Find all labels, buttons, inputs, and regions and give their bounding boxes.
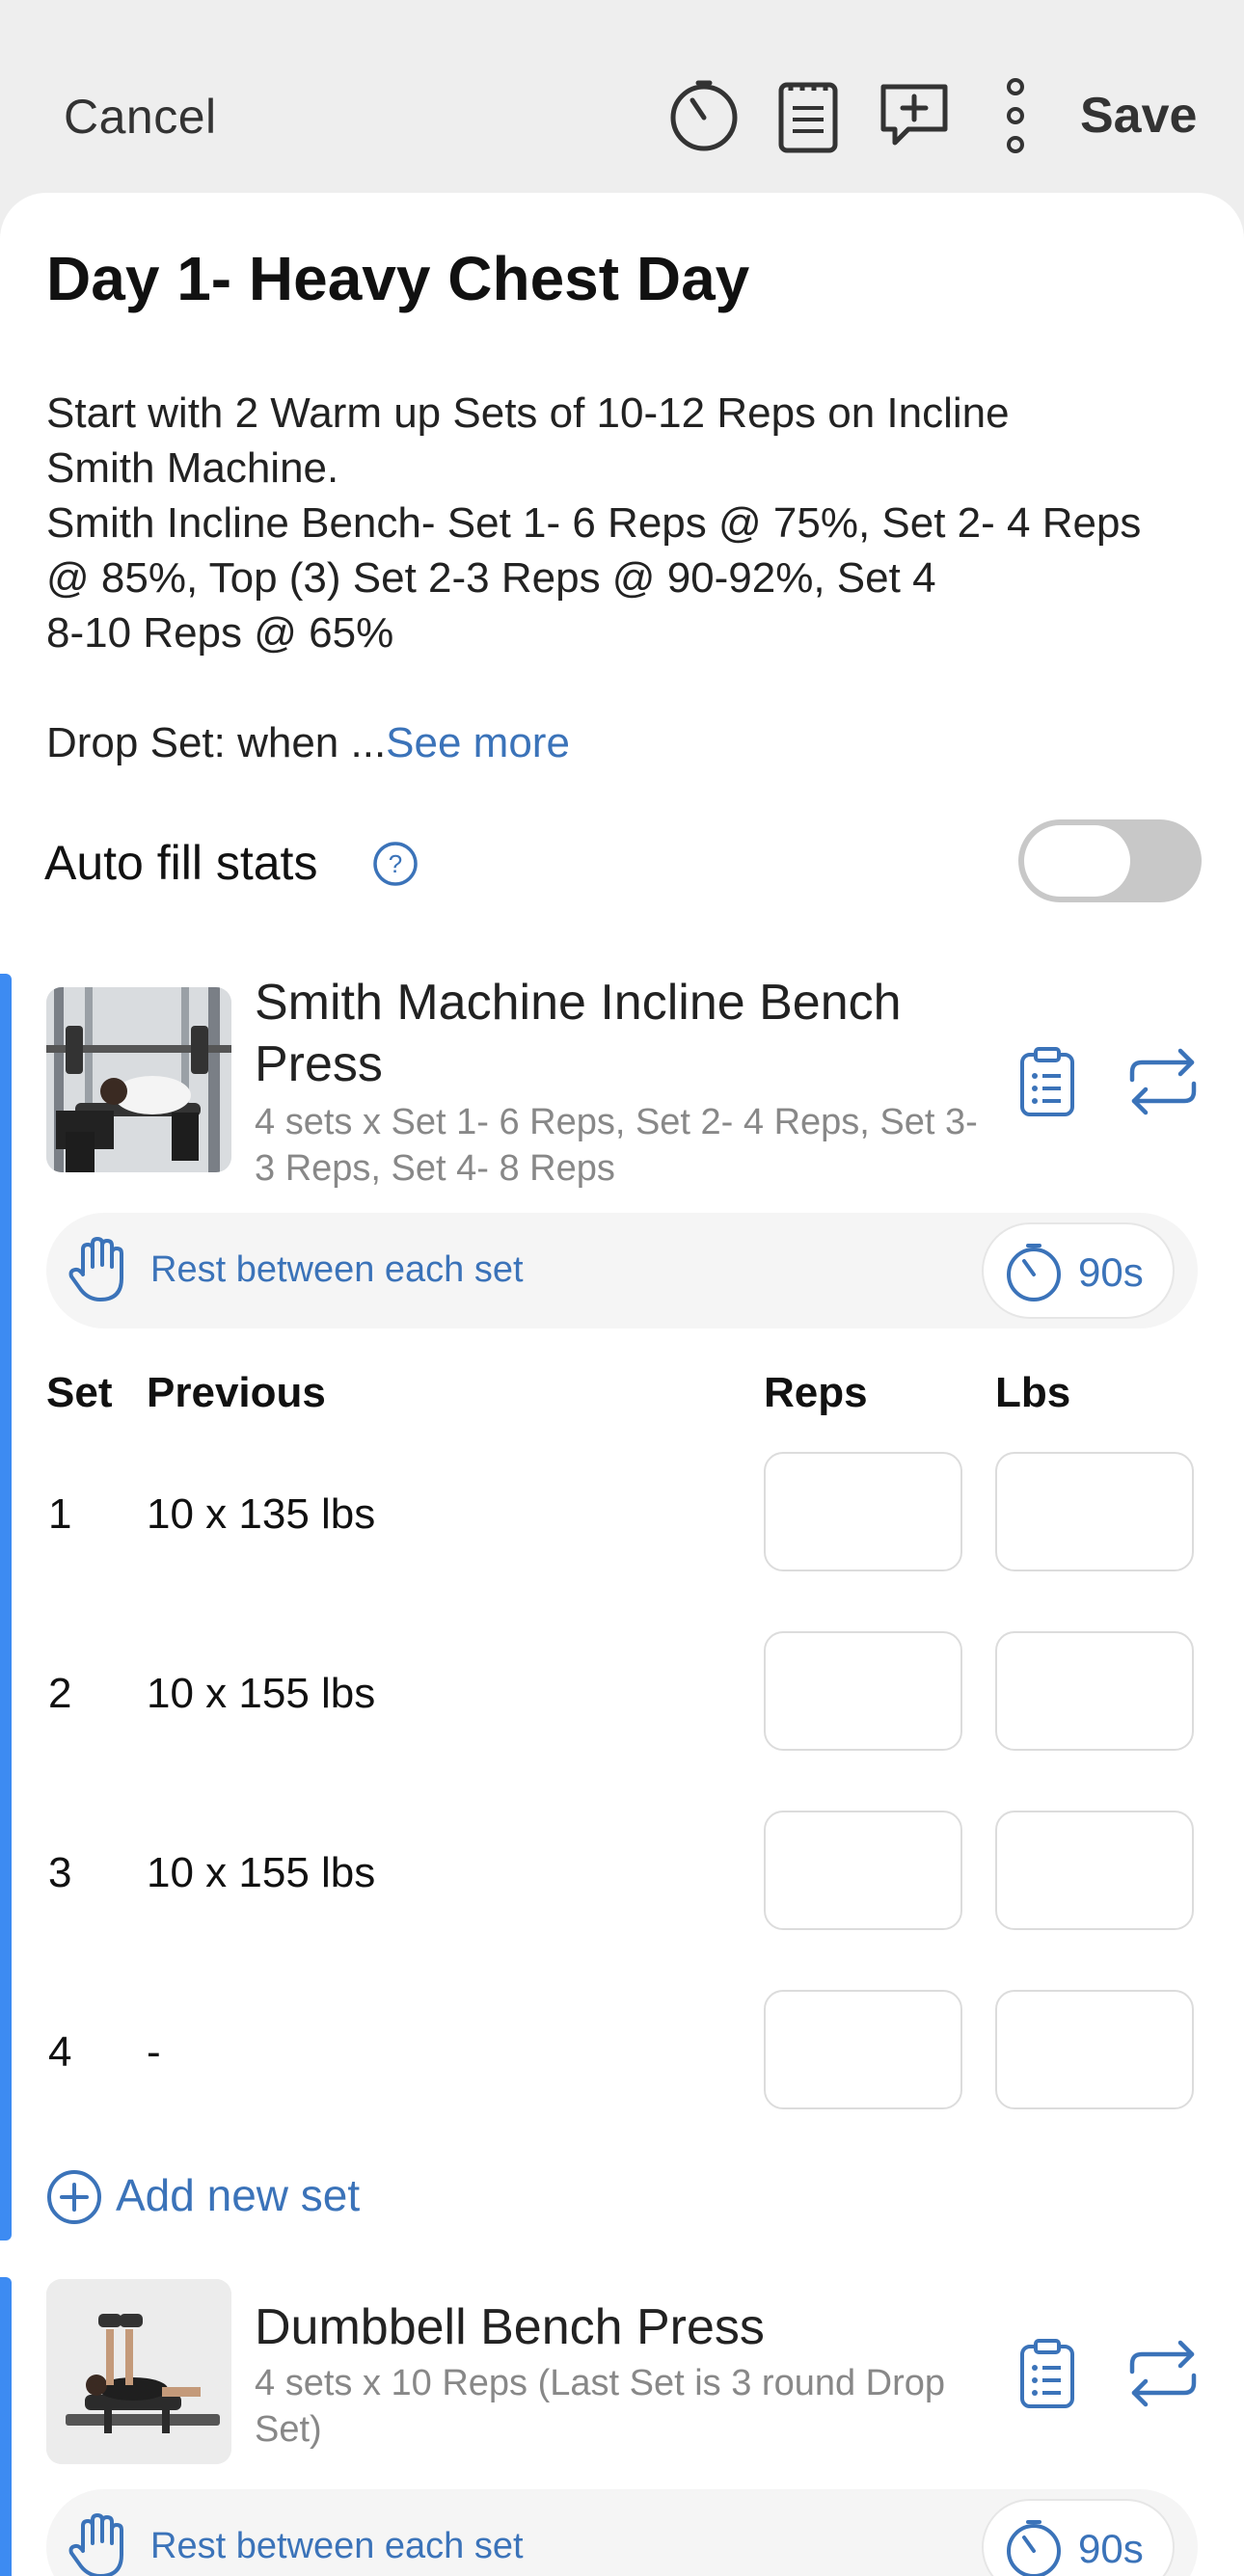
exercise-name-line: Smith Machine Incline Bench bbox=[255, 975, 902, 1031]
description-line: Start with 2 Warm up Sets of 10-12 Reps … bbox=[46, 389, 1010, 437]
set-number: 3 bbox=[48, 1849, 72, 1896]
set-number: 2 bbox=[48, 1670, 72, 1717]
description-line: @ 85%, Top (3) Set 2-3 Reps @ 90-92%, Se… bbox=[46, 554, 936, 602]
rest-label: Rest between each set bbox=[150, 1249, 524, 1290]
lbs-input[interactable] bbox=[995, 1452, 1194, 1571]
exercise-subtitle-line: 4 sets x 10 Reps (Last Set is 3 round Dr… bbox=[255, 2363, 946, 2403]
set-previous: 10 x 135 lbs bbox=[147, 1490, 376, 1538]
reps-input[interactable] bbox=[764, 1811, 962, 1930]
exercise-subtitle: 4 sets x Set 1- 6 Reps, Set 2- 4 Reps, S… bbox=[255, 1099, 1016, 1192]
exercise-thumbnail[interactable] bbox=[46, 987, 231, 1172]
exercise-name[interactable]: Dumbbell Bench Press bbox=[255, 2296, 1007, 2358]
notes-icon[interactable] bbox=[777, 77, 839, 159]
description-line: Smith Machine. bbox=[46, 444, 339, 492]
rest-timer-row[interactable]: Rest between each set 90s bbox=[46, 2489, 1198, 2576]
workout-title: Day 1- Heavy Chest Day bbox=[46, 244, 750, 313]
column-header-previous: Previous bbox=[147, 1369, 326, 1416]
swap-icon[interactable] bbox=[1124, 2339, 1202, 2413]
set-number: 4 bbox=[48, 2028, 72, 2076]
set-number: 1 bbox=[48, 1490, 72, 1538]
cancel-button[interactable]: Cancel bbox=[64, 89, 217, 145]
column-header-reps: Reps bbox=[764, 1369, 868, 1416]
rest-duration-value: 90s bbox=[1078, 1249, 1144, 1295]
timer-icon bbox=[1003, 2518, 1065, 2576]
description-line: Smith Incline Bench- Set 1- 6 Reps @ 75%… bbox=[46, 499, 1142, 547]
exercise-subtitle: 4 sets x 10 Reps (Last Set is 3 round Dr… bbox=[255, 2360, 1016, 2453]
hand-icon bbox=[68, 1236, 131, 1308]
swap-icon[interactable] bbox=[1124, 1047, 1202, 1121]
add-comment-icon[interactable] bbox=[876, 77, 953, 159]
exercise-name[interactable]: Smith Machine Incline Bench Press bbox=[255, 972, 1007, 1095]
description-truncated: Drop Set: when ...See more bbox=[46, 715, 1203, 770]
column-header-lbs: Lbs bbox=[995, 1369, 1071, 1416]
column-header-set: Set bbox=[46, 1369, 113, 1416]
lbs-input[interactable] bbox=[995, 1631, 1194, 1751]
exercise-thumbnail[interactable] bbox=[46, 2279, 231, 2464]
toggle-knob bbox=[1024, 825, 1130, 897]
hand-icon bbox=[68, 2512, 131, 2576]
rest-label: Rest between each set bbox=[150, 2526, 524, 2566]
timer-icon[interactable] bbox=[667, 77, 741, 159]
top-bar: Cancel Save bbox=[0, 0, 1244, 193]
set-previous: - bbox=[147, 2028, 161, 2076]
description-truncated-text: Drop Set: when ... bbox=[46, 719, 387, 766]
reps-input[interactable] bbox=[764, 1631, 962, 1751]
exercise-subtitle-line: Set) bbox=[255, 2409, 322, 2450]
help-icon[interactable]: ? bbox=[372, 841, 419, 892]
set-previous: 10 x 155 lbs bbox=[147, 1670, 376, 1717]
add-circle-icon bbox=[46, 2169, 102, 2230]
auto-fill-label: Auto fill stats bbox=[44, 836, 318, 890]
clipboard-icon[interactable] bbox=[1018, 2337, 1076, 2415]
lbs-input[interactable] bbox=[995, 1811, 1194, 1930]
see-more-link[interactable]: See more bbox=[386, 719, 570, 766]
add-set-label: Add new set bbox=[116, 2170, 361, 2220]
exercise-name-line: Press bbox=[255, 1036, 383, 1092]
rest-duration-pill[interactable]: 90s bbox=[982, 2499, 1175, 2576]
reps-input[interactable] bbox=[764, 1990, 962, 2109]
exercise-subtitle-line: 4 sets x Set 1- 6 Reps, Set 2- 4 Reps, S… bbox=[255, 1102, 978, 1142]
svg-text:?: ? bbox=[389, 849, 402, 878]
more-vertical-icon[interactable] bbox=[999, 77, 1032, 159]
clipboard-icon[interactable] bbox=[1018, 1045, 1076, 1123]
timer-icon bbox=[1003, 1242, 1065, 1308]
workout-description: Start with 2 Warm up Sets of 10-12 Reps … bbox=[46, 386, 1203, 770]
lbs-input[interactable] bbox=[995, 1990, 1194, 2109]
save-button[interactable]: Save bbox=[1080, 87, 1197, 145]
rest-duration-value: 90s bbox=[1078, 2526, 1144, 2571]
rest-duration-pill[interactable]: 90s bbox=[982, 1222, 1175, 1319]
exercise-accent-bar bbox=[0, 2277, 12, 2576]
exercise-accent-bar bbox=[0, 974, 12, 2241]
exercise-subtitle-line: 3 Reps, Set 4- 8 Reps bbox=[255, 1148, 615, 1189]
description-line: 8-10 Reps @ 65% bbox=[46, 609, 394, 657]
rest-timer-row[interactable]: Rest between each set 90s bbox=[46, 1213, 1198, 1328]
reps-input[interactable] bbox=[764, 1452, 962, 1571]
set-previous: 10 x 155 lbs bbox=[147, 1849, 376, 1896]
auto-fill-toggle[interactable] bbox=[1018, 819, 1202, 902]
